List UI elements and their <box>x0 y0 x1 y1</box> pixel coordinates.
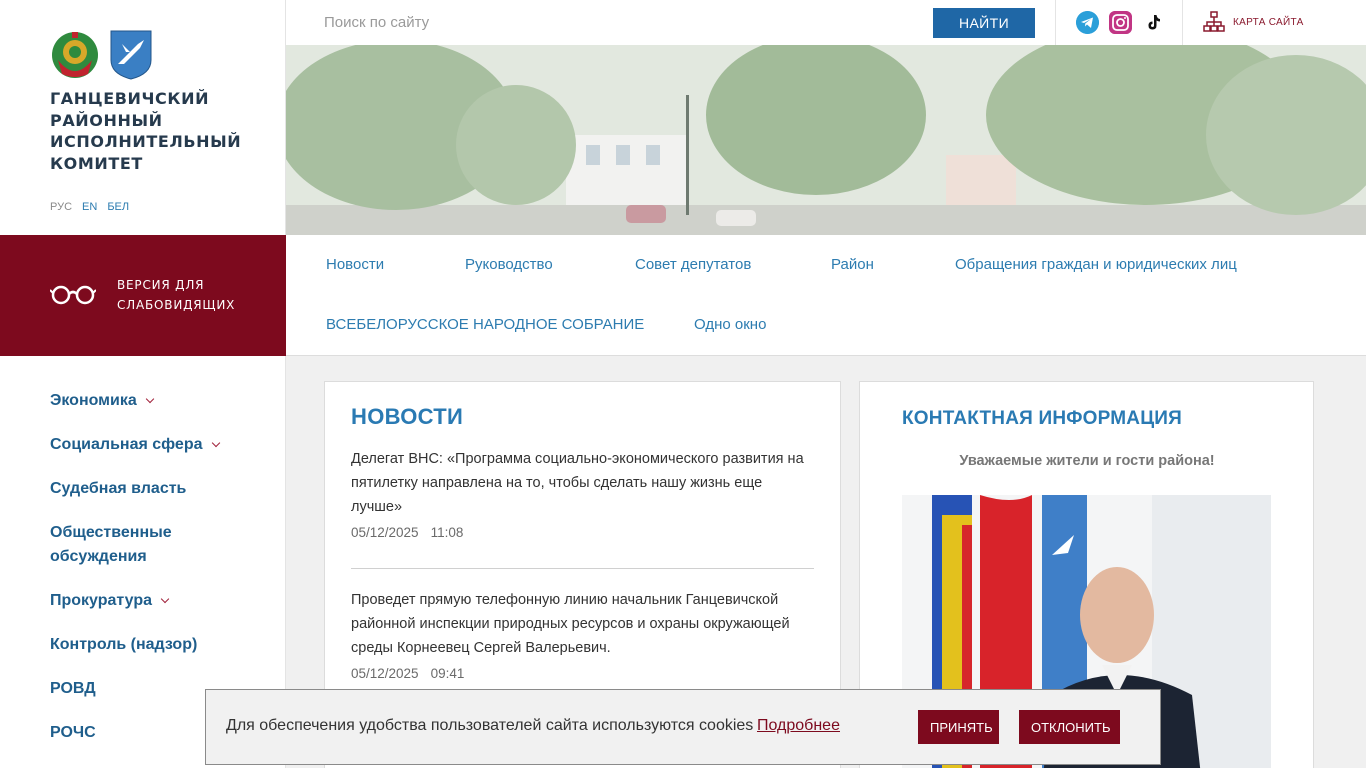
telegram-icon[interactable] <box>1076 11 1099 34</box>
sitemap-icon <box>1203 11 1225 32</box>
news-title[interactable]: НОВОСТИ <box>351 404 463 430</box>
news-headline[interactable]: Делегат ВНС: «Программа социально-эконом… <box>351 447 815 519</box>
low-vision-version-button[interactable]: ВЕРСИЯ ДЛЯ СЛАБОВИДЯЩИХ <box>0 235 286 356</box>
sitemap-label: КАРТА САЙТА <box>1233 16 1304 28</box>
nav-one-window[interactable]: Одно окно <box>694 316 766 333</box>
cookie-decline-button[interactable]: ОТКЛОНИТЬ <box>1019 710 1120 744</box>
header-banner-image <box>286 45 1366 235</box>
news-date: 05/12/2025 09:41 <box>351 666 465 681</box>
org-name: ГАНЦЕВИЧСКИЙ РАЙОННЫЙ ИСПОЛНИТЕЛЬНЫЙ КОМ… <box>50 89 242 173</box>
language-switcher: РУС EN БЕЛ <box>50 201 129 213</box>
state-emblem-icon[interactable] <box>50 30 100 80</box>
main-nav: Новости Руководство Совет депутатов Райо… <box>286 235 1366 356</box>
town-square-photo <box>286 45 1366 235</box>
emblems <box>50 30 152 80</box>
side-menu-item-social[interactable]: Социальная сфера <box>50 433 270 457</box>
search-input[interactable] <box>324 10 924 34</box>
side-menu-item-judicial[interactable]: Судебная власть <box>50 477 270 501</box>
news-item: Проведет прямую телефонную линию начальн… <box>351 588 815 681</box>
lang-ru[interactable]: РУС <box>50 201 72 213</box>
cookie-accept-button[interactable]: ПРИНЯТЬ <box>918 710 999 744</box>
search-button[interactable]: НАЙТИ <box>933 8 1035 38</box>
left-column: ГАНЦЕВИЧСКИЙ РАЙОННЫЙ ИСПОЛНИТЕЛЬНЫЙ КОМ… <box>0 0 286 768</box>
district-coat-of-arms-icon[interactable] <box>110 30 152 80</box>
news-headline[interactable]: Проведет прямую телефонную линию начальн… <box>351 588 815 660</box>
chevron-down-icon <box>211 438 220 448</box>
chevron-down-icon <box>145 394 155 404</box>
news-item: Делегат ВНС: «Программа социально-эконом… <box>351 447 815 540</box>
nav-district[interactable]: Район <box>831 256 874 273</box>
side-menu-item-prosecutor[interactable]: Прокуратура <box>50 589 270 613</box>
side-menu-item-control[interactable]: Контроль (надзор) <box>50 633 270 657</box>
tiktok-icon[interactable] <box>1142 11 1165 34</box>
nav-assembly[interactable]: ВСЕБЕЛОРУССКОЕ НАРОДНОЕ СОБРАНИЕ <box>326 316 644 333</box>
contact-title: КОНТАКТНАЯ ИНФОРМАЦИЯ <box>902 408 1183 429</box>
low-vision-label: ВЕРСИЯ ДЛЯ СЛАБОВИДЯЩИХ <box>117 278 236 312</box>
glasses-icon <box>50 285 96 305</box>
side-menu-item-public-discussions[interactable]: Общественные обсуждения <box>50 521 270 569</box>
lang-en[interactable]: EN <box>82 201 97 213</box>
sitemap-link[interactable]: КАРТА САЙТА <box>1203 11 1304 33</box>
instagram-icon[interactable] <box>1109 11 1132 34</box>
top-bar: НАЙТИ КАРТА САЙТА <box>286 0 1366 45</box>
nav-leadership[interactable]: Руководство <box>465 256 553 273</box>
lang-by[interactable]: БЕЛ <box>107 201 129 213</box>
cookie-message: Для обеспечения удобства пользователей с… <box>226 717 754 734</box>
divider <box>351 568 814 569</box>
contact-subtitle: Уважаемые жители и гости района! <box>959 453 1215 469</box>
divider <box>1055 0 1056 45</box>
cookie-banner: Для обеспечения удобства пользователей с… <box>205 689 1161 765</box>
side-menu-item-economy[interactable]: Экономика <box>50 389 270 413</box>
nav-appeals[interactable]: Обращения граждан и юридических лиц <box>955 256 1237 273</box>
chevron-down-icon <box>160 594 170 604</box>
news-date: 05/12/2025 11:08 <box>351 525 464 540</box>
nav-council[interactable]: Совет депутатов <box>635 256 751 273</box>
divider <box>1182 0 1183 45</box>
nav-news[interactable]: Новости <box>326 256 384 273</box>
cookie-more-link[interactable]: Подробнее <box>757 717 840 735</box>
